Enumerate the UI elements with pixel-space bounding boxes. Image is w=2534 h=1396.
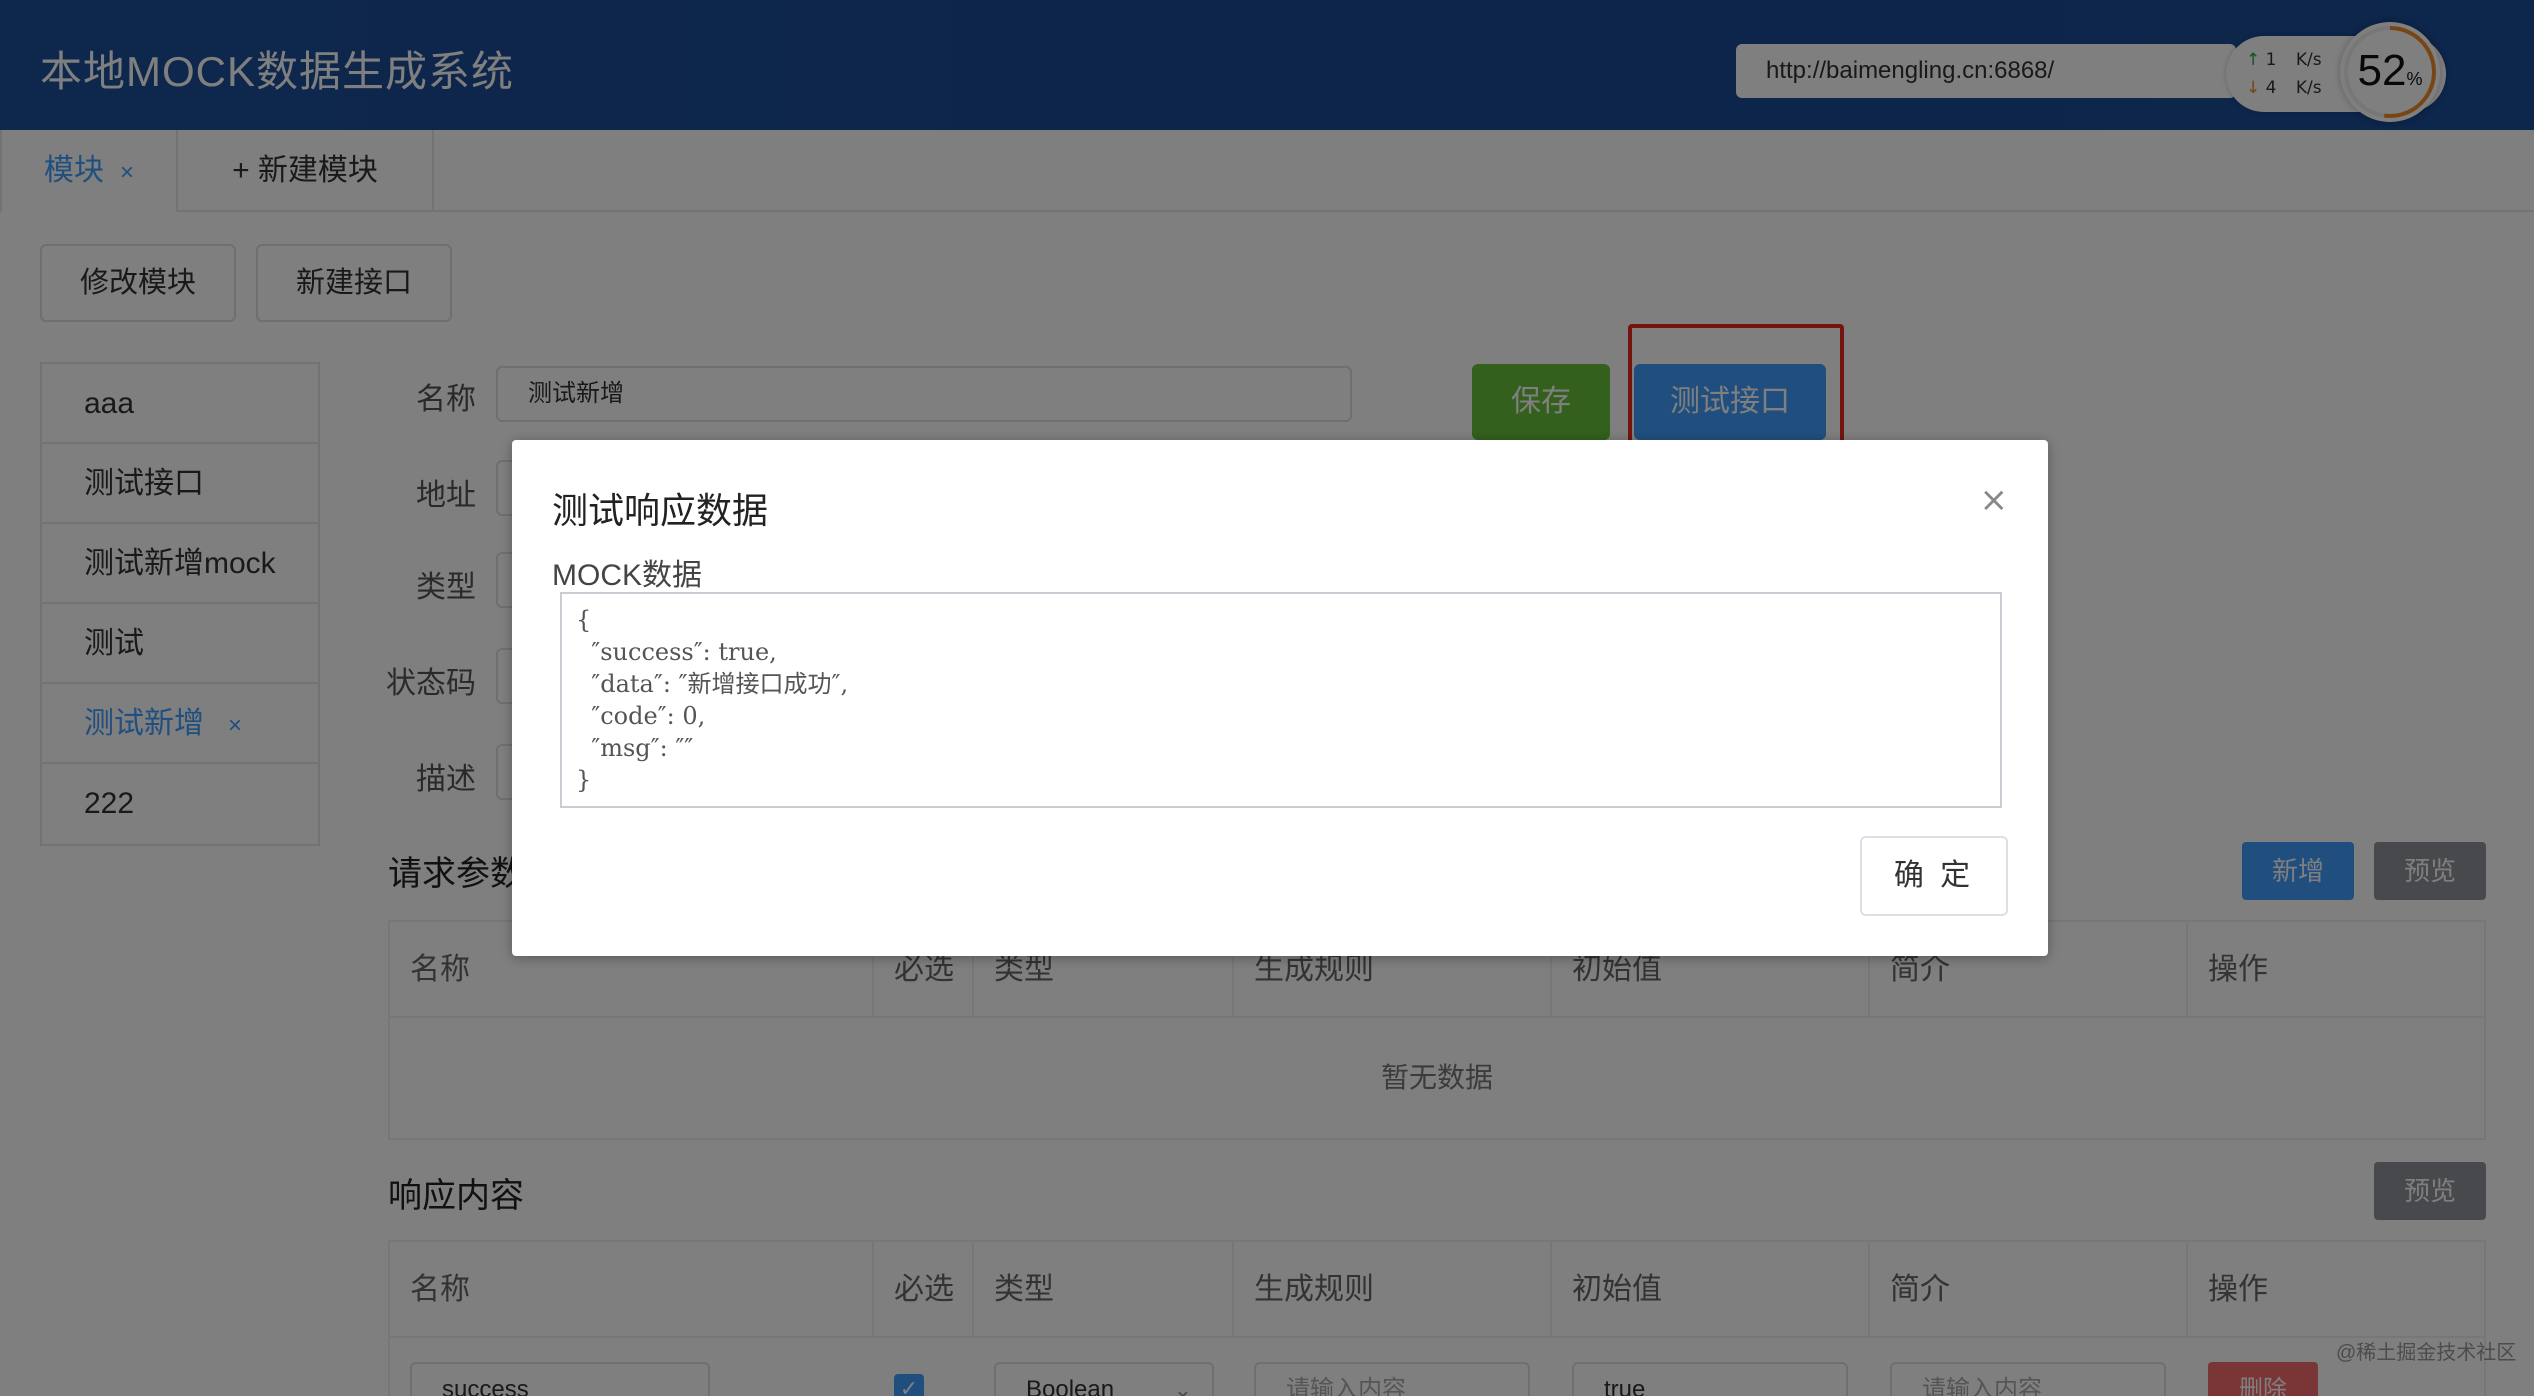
confirm-button[interactable]: 确 定 (1860, 836, 2008, 916)
test-response-dialog: 测试响应数据 × MOCK数据 { ″success″: true, ″data… (512, 440, 2048, 956)
close-icon[interactable]: × (1980, 480, 2009, 520)
mock-data-label: MOCK数据 (552, 559, 702, 592)
dialog-title: 测试响应数据 (552, 490, 769, 531)
mock-data-textarea[interactable]: { ″success″: true, ″data″: ″新增接口成功″, ″co… (560, 592, 2002, 808)
